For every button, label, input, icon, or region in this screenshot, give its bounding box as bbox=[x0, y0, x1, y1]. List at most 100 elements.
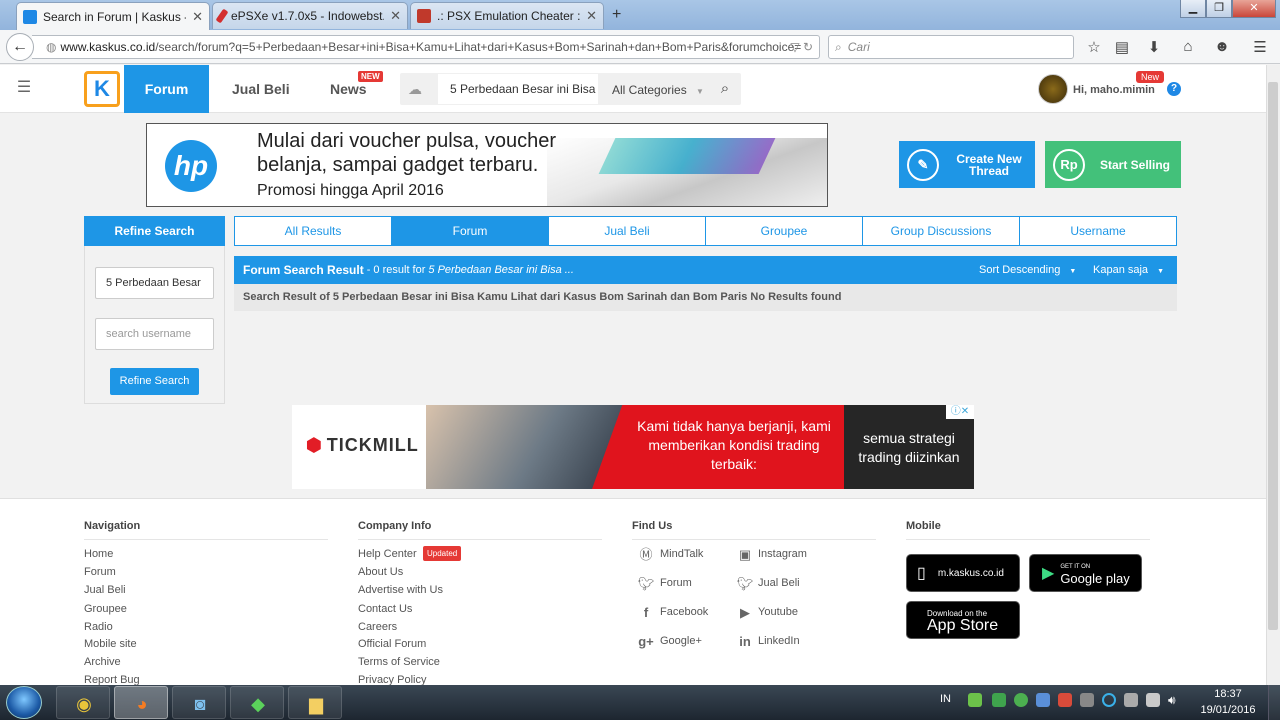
menu-icon[interactable]: ☰ bbox=[1250, 38, 1270, 56]
show-desktop-button[interactable] bbox=[1268, 685, 1280, 720]
browser-search-bar[interactable]: ⌕ Cari bbox=[828, 35, 1074, 59]
taskbar-chrome[interactable]: ◉ bbox=[56, 686, 110, 719]
browser-tab-indowebster[interactable]: ePSXe v1.7.0x5 - Indowebst... ✕ bbox=[212, 2, 408, 29]
footer-link-report-bug[interactable]: Report Bug bbox=[84, 674, 140, 685]
footer-link-home[interactable]: Home bbox=[84, 548, 113, 560]
footer-link-linkedin[interactable]: LinkedIn bbox=[758, 635, 800, 647]
chat-icon[interactable]: ☻ bbox=[1212, 38, 1232, 55]
hp-banner-ad[interactable]: hp Mulai dari voucher pulsa, voucher bel… bbox=[146, 123, 828, 207]
google-play-button[interactable]: ▶ GET IT ON Google play bbox=[1029, 554, 1142, 592]
footer-link-terms[interactable]: Terms of Service bbox=[358, 656, 440, 668]
footer-link-official-forum[interactable]: Official Forum bbox=[358, 638, 426, 650]
network-icon[interactable] bbox=[1146, 693, 1160, 707]
new-tab-button[interactable]: + bbox=[612, 6, 621, 24]
footer-link-youtube[interactable]: Youtube bbox=[758, 606, 798, 618]
footer-link-about-us[interactable]: About Us bbox=[358, 566, 403, 578]
tab-groupee[interactable]: Groupee bbox=[706, 217, 863, 245]
username-search-input[interactable] bbox=[95, 318, 214, 350]
facebook-icon: f bbox=[643, 605, 649, 620]
tray-app-icon[interactable] bbox=[1058, 693, 1072, 707]
footer-link-help-center[interactable]: Help Center bbox=[358, 548, 417, 560]
sort-select[interactable]: Sort Descending ▼ bbox=[979, 264, 1076, 276]
volume-icon[interactable]: 🔊︎ bbox=[1168, 693, 1182, 707]
adchoices-icon[interactable]: ⓘ✕ bbox=[946, 405, 974, 419]
tickmill-logo: ⬢ TICKMILL bbox=[306, 435, 419, 455]
tab-group-discussions[interactable]: Group Discussions bbox=[863, 217, 1020, 245]
browser-tab-psx-cheater[interactable]: .: PSX Emulation Cheater :. ✕ bbox=[410, 2, 604, 29]
footer-link-mindtalk[interactable]: MindTalk bbox=[660, 548, 703, 560]
clock-time[interactable]: 18:37 bbox=[1200, 688, 1256, 700]
tray-app-icon[interactable] bbox=[1014, 693, 1028, 707]
footer-link-privacy[interactable]: Privacy Policy bbox=[358, 674, 426, 685]
back-button[interactable]: ← bbox=[6, 33, 34, 61]
kaskus-logo[interactable]: K bbox=[84, 71, 120, 107]
footer-link-careers[interactable]: Careers bbox=[358, 621, 397, 633]
tab-forum[interactable]: Forum bbox=[392, 217, 549, 245]
tray-app-icon[interactable] bbox=[992, 693, 1006, 707]
refine-search-button[interactable]: Refine Search bbox=[110, 368, 199, 395]
time-value: Kapan saja bbox=[1093, 264, 1149, 276]
taskbar-epsxe[interactable]: ◆ bbox=[230, 686, 284, 719]
taskbar-app[interactable]: ◙ bbox=[172, 686, 226, 719]
clock-date[interactable]: 19/01/2016 bbox=[1198, 704, 1258, 716]
download-icon[interactable]: ⬇ bbox=[1144, 38, 1164, 56]
tab-jual-beli[interactable]: Jual Beli bbox=[549, 217, 706, 245]
browser-tab-kaskus[interactable]: Search in Forum | Kaskus - ... ✕ bbox=[16, 2, 210, 30]
footer-link-jualbeli-twitter[interactable]: Jual Beli bbox=[758, 577, 800, 589]
tray-app-icon[interactable] bbox=[1124, 693, 1138, 707]
search-button[interactable]: ⌕ bbox=[709, 74, 741, 104]
close-icon[interactable]: ✕ bbox=[192, 9, 203, 25]
tray-app-icon[interactable] bbox=[1080, 693, 1094, 707]
home-icon[interactable]: ⌂ bbox=[1178, 38, 1198, 55]
close-icon[interactable]: ✕ bbox=[390, 8, 401, 24]
site-search-input[interactable] bbox=[438, 74, 598, 104]
app-store-button[interactable]: Download on the App Store bbox=[906, 601, 1020, 639]
footer-link-instagram[interactable]: Instagram bbox=[758, 548, 807, 560]
help-icon[interactable]: ? bbox=[1167, 82, 1181, 96]
linkedin-icon: in bbox=[739, 634, 751, 649]
url-bar[interactable]: ◍ www.kaskus.co.id/search/forum?q=5+Perb… bbox=[32, 35, 820, 59]
avatar[interactable] bbox=[1038, 74, 1068, 104]
scrollbar-thumb[interactable] bbox=[1268, 82, 1278, 630]
nav-forum[interactable]: Forum bbox=[124, 65, 209, 113]
footer-link-advertise[interactable]: Advertise with Us bbox=[358, 584, 443, 596]
close-icon[interactable]: ✕ bbox=[586, 8, 597, 24]
nav-jual-beli[interactable]: Jual Beli bbox=[232, 65, 290, 113]
tickmill-banner-ad[interactable]: ⬢ TICKMILL Kami tidak hanya berjanji, kam… bbox=[292, 405, 974, 489]
tray-app-icon[interactable] bbox=[968, 693, 982, 707]
reading-list-icon[interactable]: ▤ bbox=[1112, 38, 1132, 56]
footer-link-radio[interactable]: Radio bbox=[84, 621, 113, 633]
footer-link-mobile-site[interactable]: Mobile site bbox=[84, 638, 137, 650]
create-new-thread-button[interactable]: ✎ Create New Thread bbox=[899, 141, 1035, 188]
footer-link-jual-beli[interactable]: Jual Beli bbox=[84, 584, 126, 596]
tray-app-icon[interactable] bbox=[1102, 693, 1116, 707]
chrome-icon: ◉ bbox=[76, 694, 92, 714]
minimize-button[interactable]: ▁ bbox=[1180, 0, 1206, 18]
time-select[interactable]: Kapan saja ▼ bbox=[1093, 264, 1164, 276]
bookmark-star-icon[interactable]: ☆ bbox=[1084, 38, 1104, 56]
footer-link-forum-twitter[interactable]: Forum bbox=[660, 577, 692, 589]
start-selling-button[interactable]: Rp Start Selling bbox=[1045, 141, 1181, 188]
start-button[interactable] bbox=[6, 686, 42, 719]
category-select[interactable]: All Categories ▼ bbox=[600, 74, 705, 104]
hamburger-menu-icon[interactable]: ☰ bbox=[10, 77, 38, 101]
taskbar-firefox[interactable]: ◕ bbox=[114, 686, 168, 719]
footer-link-google-plus[interactable]: Google+ bbox=[660, 635, 702, 647]
tickmill-hex-icon: ⬢ bbox=[306, 435, 323, 455]
tab-username[interactable]: Username bbox=[1020, 217, 1176, 245]
tab-all-results[interactable]: All Results bbox=[235, 217, 392, 245]
taskbar-explorer[interactable]: ▆ bbox=[288, 686, 342, 719]
reload-icon[interactable]: ▽ ↻ bbox=[790, 40, 813, 54]
footer-link-contact-us[interactable]: Contact Us bbox=[358, 603, 412, 615]
footer-link-forum[interactable]: Forum bbox=[84, 566, 116, 578]
footer-link-facebook[interactable]: Facebook bbox=[660, 606, 708, 618]
mkaskus-button[interactable]: ▯ m.kaskus.co.id bbox=[906, 554, 1020, 592]
close-window-button[interactable]: ✕ bbox=[1232, 0, 1276, 18]
tray-app-icon[interactable] bbox=[1036, 693, 1050, 707]
maximize-button[interactable]: ❐ bbox=[1206, 0, 1232, 18]
refine-query-input[interactable] bbox=[95, 267, 214, 299]
ad-photo bbox=[426, 405, 626, 489]
footer-link-archive[interactable]: Archive bbox=[84, 656, 121, 668]
language-indicator[interactable]: IN bbox=[940, 693, 951, 705]
footer-link-groupee[interactable]: Groupee bbox=[84, 603, 127, 615]
